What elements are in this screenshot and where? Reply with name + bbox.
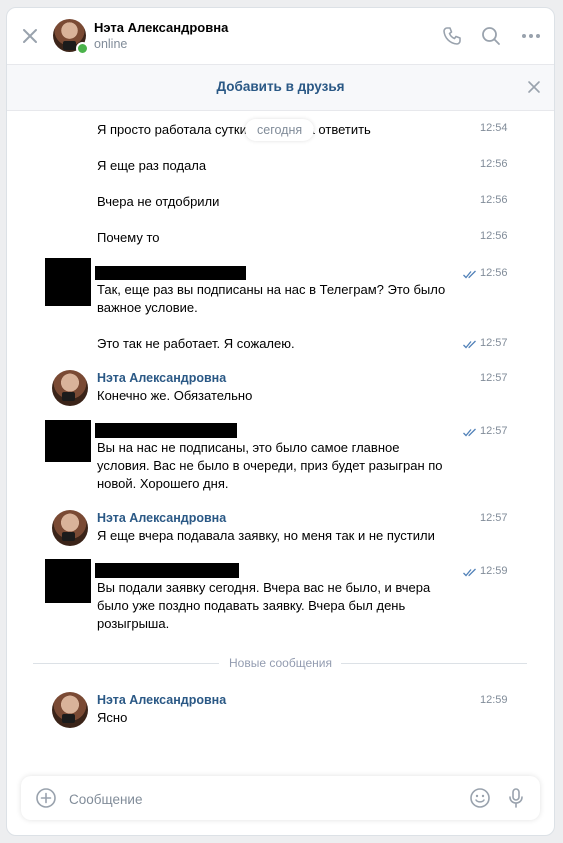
message-text: Вы подали заявку сегодня. Вчера вас не б… [97,579,430,633]
search-icon[interactable] [480,25,502,47]
message-text: Вы на нас не подписаны, это было самое г… [97,439,443,493]
online-indicator [76,42,89,55]
message-time: 12:57 [480,372,508,384]
message-text: Вчера не отдобрили [97,194,220,209]
message-text: Конечно же. Обязательно [97,388,253,403]
close-icon[interactable] [19,25,41,47]
message-text: Почему то [97,230,160,245]
add-friend-bar: Добавить в друзья [7,65,554,111]
message-text: Я еще вчера подавала заявку, но меня так… [97,528,435,543]
phone-icon[interactable] [441,25,463,47]
read-ticks-icon [463,340,476,349]
new-messages-divider: Новые сообщения [229,656,332,670]
contact-name[interactable]: Нэта Александровна [94,20,228,35]
avatar[interactable] [52,370,88,406]
redacted-avatar [45,559,91,603]
message-line: Вы на нас не подписаны, это было самое г… [97,440,400,455]
microphone-icon[interactable] [504,786,528,810]
read-ticks-icon [463,428,476,437]
message-time: 12:57 [480,512,508,524]
message-line: условия. Вас не было в очереди, приз буд… [97,458,443,473]
message-text: Ясно [97,710,128,725]
message-text: Я еще раз подала [97,158,207,173]
message-author[interactable]: Нэта Александровна [97,511,226,525]
message-time: 12:59 [480,694,508,706]
date-separator: сегодня [245,119,315,141]
message-text: Я просто работала сутки и не могла ответ… [97,122,371,137]
message-time: 12:56 [480,158,508,170]
read-ticks-icon [463,568,476,577]
redacted-avatar [45,258,91,306]
emoji-icon[interactable] [468,786,492,810]
redacted-author [95,266,246,280]
avatar[interactable] [52,692,88,728]
redacted-author [95,563,239,578]
message-input[interactable] [67,788,461,810]
message-line: важное условие. [97,300,198,315]
close-icon[interactable] [526,79,542,95]
message-text: Это так не работает. Я сожалею. [97,336,295,351]
message-author[interactable]: Нэта Александровна [97,693,226,707]
chat-window: Нэта Александровна online Добавить в дру… [6,7,555,836]
message-line: Так, еще раз вы подписаны на нас в Телег… [97,282,446,297]
message-line: розыгрыша. [97,616,170,631]
redacted-author [95,423,237,438]
message-line: было уже поздно подавать заявку. Вчера б… [97,598,406,613]
redacted-avatar [45,420,91,462]
message-text: Так, еще раз вы подписаны на нас в Телег… [97,281,445,317]
message-author[interactable]: Нэта Александровна [97,371,226,385]
chat-header: Нэта Александровна online [7,8,554,65]
message-time: 12:56 [480,194,508,206]
message-line: Вы подали заявку сегодня. Вчера вас не б… [97,580,431,595]
more-icon[interactable] [520,25,542,47]
message-line: новой. Хорошего дня. [97,476,229,491]
add-icon[interactable] [34,786,58,810]
read-ticks-icon [463,270,476,279]
message-time: 12:57 [480,337,508,349]
message-time: 12:54 [480,122,508,134]
avatar[interactable] [52,510,88,546]
contact-status: online [94,37,128,51]
message-composer [21,776,540,820]
message-time: 12:56 [480,230,508,242]
message-time: 12:56 [480,267,508,279]
message-time: 12:57 [480,425,508,437]
add-friend-button[interactable]: Добавить в друзья [7,79,554,94]
message-time: 12:59 [480,565,508,577]
